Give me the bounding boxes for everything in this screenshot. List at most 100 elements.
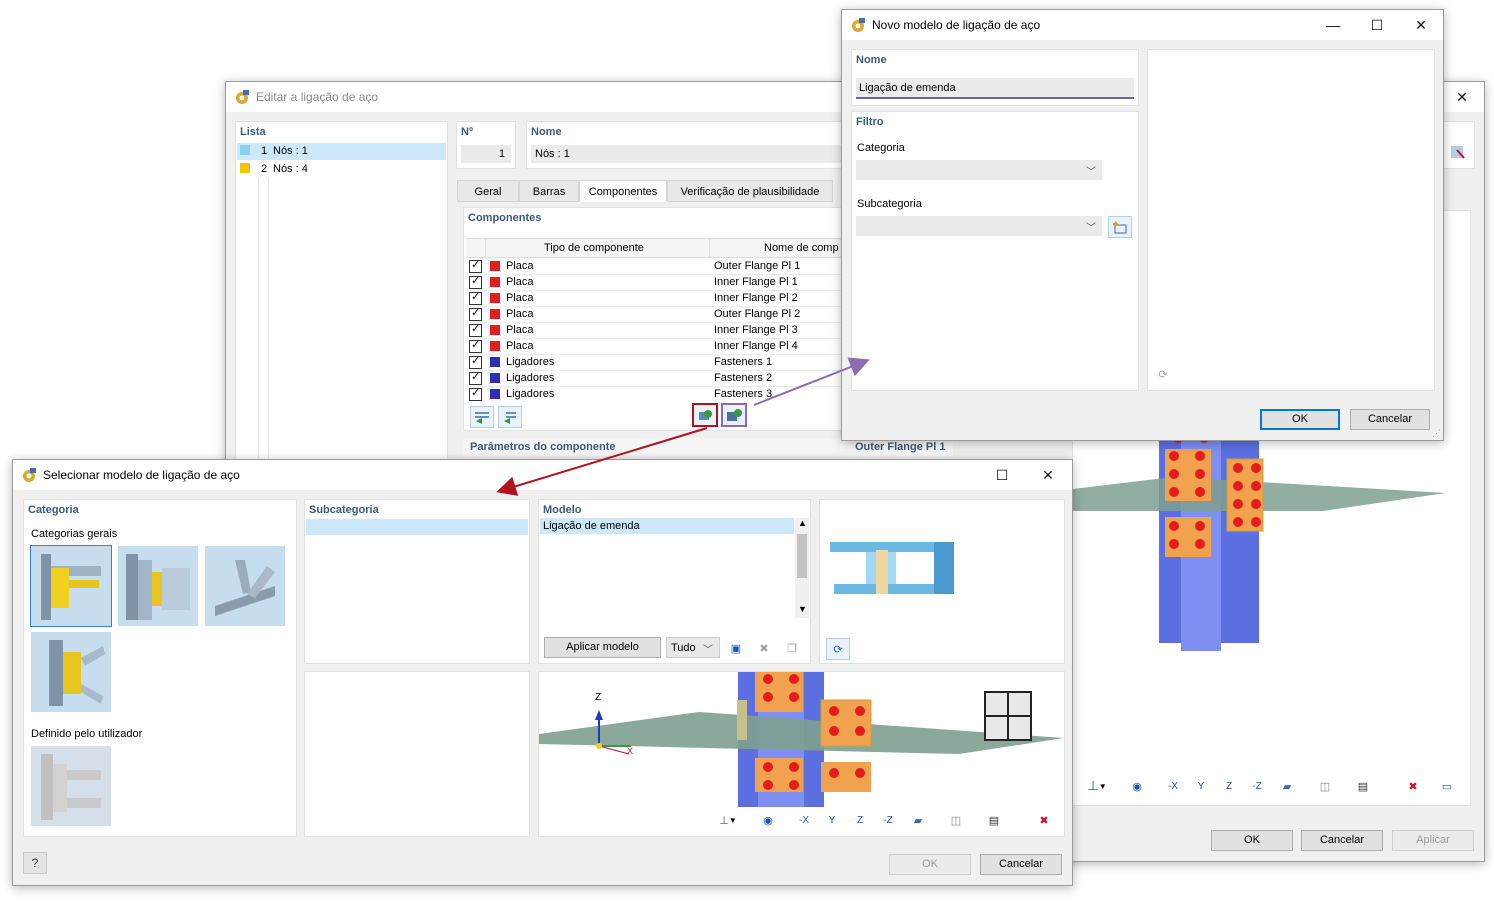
name-label: Nome	[531, 126, 562, 138]
reset-icon: ✖	[1039, 814, 1049, 827]
app-icon	[852, 18, 865, 32]
view-eye-button[interactable]: ◉	[1126, 776, 1148, 796]
scroll-thumb[interactable]	[797, 534, 807, 578]
subcategory-selected-row[interactable]	[306, 519, 528, 535]
view-z-button[interactable]: Z	[849, 810, 871, 830]
model-copy-button[interactable]: ❐	[781, 638, 803, 658]
close-icon[interactable]: ✕	[1026, 460, 1070, 490]
tab-components[interactable]: Componentes	[579, 180, 667, 202]
category-thumb-splice[interactable]	[31, 632, 111, 712]
axes-dropdown-button[interactable]: ⊥ ▼	[1086, 776, 1108, 796]
model-panel: Modelo Ligação de emenda ▲ ▼ Aplicar mod…	[538, 499, 811, 664]
category-thumb-column-plate[interactable]	[118, 546, 198, 626]
select-cancel-button[interactable]: Cancelar	[980, 854, 1062, 875]
row-checkbox[interactable]	[469, 290, 482, 305]
display-mode-button[interactable]: ▰	[907, 810, 929, 830]
name-field[interactable]: Nós : 1	[531, 145, 853, 163]
view-y-button[interactable]: Y	[821, 810, 843, 830]
reset-view-button[interactable]	[1447, 142, 1469, 162]
minimize-icon[interactable]: —	[1311, 10, 1355, 40]
wireframe-button[interactable]: ◫	[945, 810, 967, 830]
display-mode-button[interactable]: ▰	[1276, 776, 1298, 796]
table-row[interactable]: Placa Inner Flange Pl 2	[466, 290, 862, 307]
resize-grip-icon[interactable]: ⋰	[1432, 428, 1441, 439]
number-label: Nº	[461, 126, 473, 138]
view-x-button[interactable]: -X	[793, 810, 815, 830]
row-checkbox[interactable]	[469, 274, 482, 289]
row-checkbox[interactable]	[469, 306, 482, 321]
row-checkbox[interactable]	[469, 386, 482, 401]
tab-plausibility-check[interactable]: Verificação de plausibilidade	[667, 180, 833, 202]
template-name-input[interactable]: Ligação de emenda	[856, 78, 1134, 99]
close-icon[interactable]: ✕	[1440, 82, 1484, 112]
refresh-preview-button[interactable]: ⟳	[1152, 364, 1174, 384]
axes-dropdown-button[interactable]: ⊥ ▼	[717, 810, 739, 830]
table-row[interactable]: Ligadores Fasteners 1	[466, 354, 862, 371]
select-ok-button[interactable]: OK	[889, 854, 971, 875]
model-scrollbar[interactable]: ▲ ▼	[795, 518, 809, 618]
model-delete-button[interactable]: ✖	[753, 638, 775, 658]
row-checkbox[interactable]	[469, 354, 482, 369]
table-row[interactable]: Placa Outer Flange Pl 2	[466, 306, 862, 323]
category-thumb-beam-column[interactable]	[30, 545, 112, 627]
close-icon[interactable]: ✕	[1399, 10, 1443, 40]
refresh-icon: ⟳	[1158, 368, 1168, 381]
user-defined-label: Definido pelo utilizador	[31, 728, 143, 740]
maximize-icon[interactable]: ☐	[1355, 10, 1399, 40]
view-y-button[interactable]: Y	[1190, 776, 1212, 796]
help-button[interactable]: ?	[23, 852, 47, 874]
table-row[interactable]: Placa Inner Flange Pl 3	[466, 322, 862, 339]
category-select[interactable]: ﹀	[856, 160, 1102, 180]
subcategory-select[interactable]: ﹀	[856, 216, 1102, 236]
tab-bar: Geral Barras Componentes Verificação de …	[457, 180, 857, 202]
load-template-button[interactable]	[692, 403, 718, 427]
list-item[interactable]: 2 Nós : 4	[237, 161, 446, 178]
edit-cancel-button[interactable]: Cancelar	[1301, 830, 1383, 851]
view-iso-button[interactable]: -Z	[877, 810, 899, 830]
table-row[interactable]: Ligadores Fasteners 3	[466, 386, 862, 401]
table-row[interactable]: Ligadores Fasteners 2	[466, 370, 862, 387]
model-filter-select[interactable]: Tudo ﹀	[666, 637, 720, 658]
model-thumbnail-panel: ⟳	[819, 499, 1065, 664]
view-z-button[interactable]: Z	[1218, 776, 1240, 796]
new-ok-button[interactable]: OK	[1260, 409, 1340, 430]
tab-members[interactable]: Barras	[519, 180, 579, 202]
model-list-item[interactable]: Ligação de emenda	[540, 518, 794, 534]
print-button[interactable]: ▤	[983, 810, 1005, 830]
table-row[interactable]: Placa Outer Flange Pl 1	[466, 258, 862, 275]
wireframe-button[interactable]: ◫	[1314, 776, 1336, 796]
export-view-button[interactable]: ▭	[1436, 776, 1458, 796]
row-checkbox[interactable]	[469, 322, 482, 337]
category-thumb-truss[interactable]	[205, 546, 285, 626]
new-subcategory-button[interactable]	[1108, 216, 1132, 238]
new-cancel-button[interactable]: Cancelar	[1350, 409, 1430, 430]
print-button[interactable]: ▤	[1352, 776, 1374, 796]
display-mode-icon: ▰	[1282, 780, 1292, 793]
refresh-thumbnail-button[interactable]: ⟳	[826, 638, 850, 660]
apply-model-button[interactable]: Aplicar modelo	[544, 637, 661, 658]
save-template-button[interactable]	[721, 403, 747, 427]
number-field[interactable]: 1	[461, 145, 511, 163]
scroll-up-icon[interactable]: ▲	[798, 518, 807, 528]
model-info-button[interactable]: ▣	[725, 638, 747, 658]
new-name-title: Nome	[856, 54, 887, 66]
list-item[interactable]: 1 Nós : 1	[237, 143, 446, 160]
reset-view-button[interactable]: ✖	[1033, 810, 1055, 830]
category-thumb-user-defined[interactable]	[31, 746, 111, 826]
tab-general[interactable]: Geral	[457, 180, 519, 202]
row-checkbox[interactable]	[469, 338, 482, 353]
view-eye-button[interactable]: ◉	[757, 810, 779, 830]
view-iso-button[interactable]: -Z	[1246, 776, 1268, 796]
view-x-button[interactable]: -X	[1162, 776, 1184, 796]
move-up-button[interactable]	[470, 406, 494, 428]
reset-view-button-2[interactable]: ✖	[1402, 776, 1424, 796]
row-checkbox[interactable]	[469, 258, 482, 273]
table-row[interactable]: Placa Inner Flange Pl 4	[466, 338, 862, 355]
move-down-button[interactable]	[498, 406, 522, 428]
scroll-down-icon[interactable]: ▼	[798, 604, 807, 614]
edit-apply-button[interactable]: Aplicar	[1392, 830, 1474, 851]
table-row[interactable]: Placa Inner Flange Pl 1	[466, 274, 862, 291]
edit-ok-button[interactable]: OK	[1211, 830, 1293, 851]
row-checkbox[interactable]	[469, 370, 482, 385]
maximize-icon[interactable]: ☐	[980, 460, 1024, 490]
